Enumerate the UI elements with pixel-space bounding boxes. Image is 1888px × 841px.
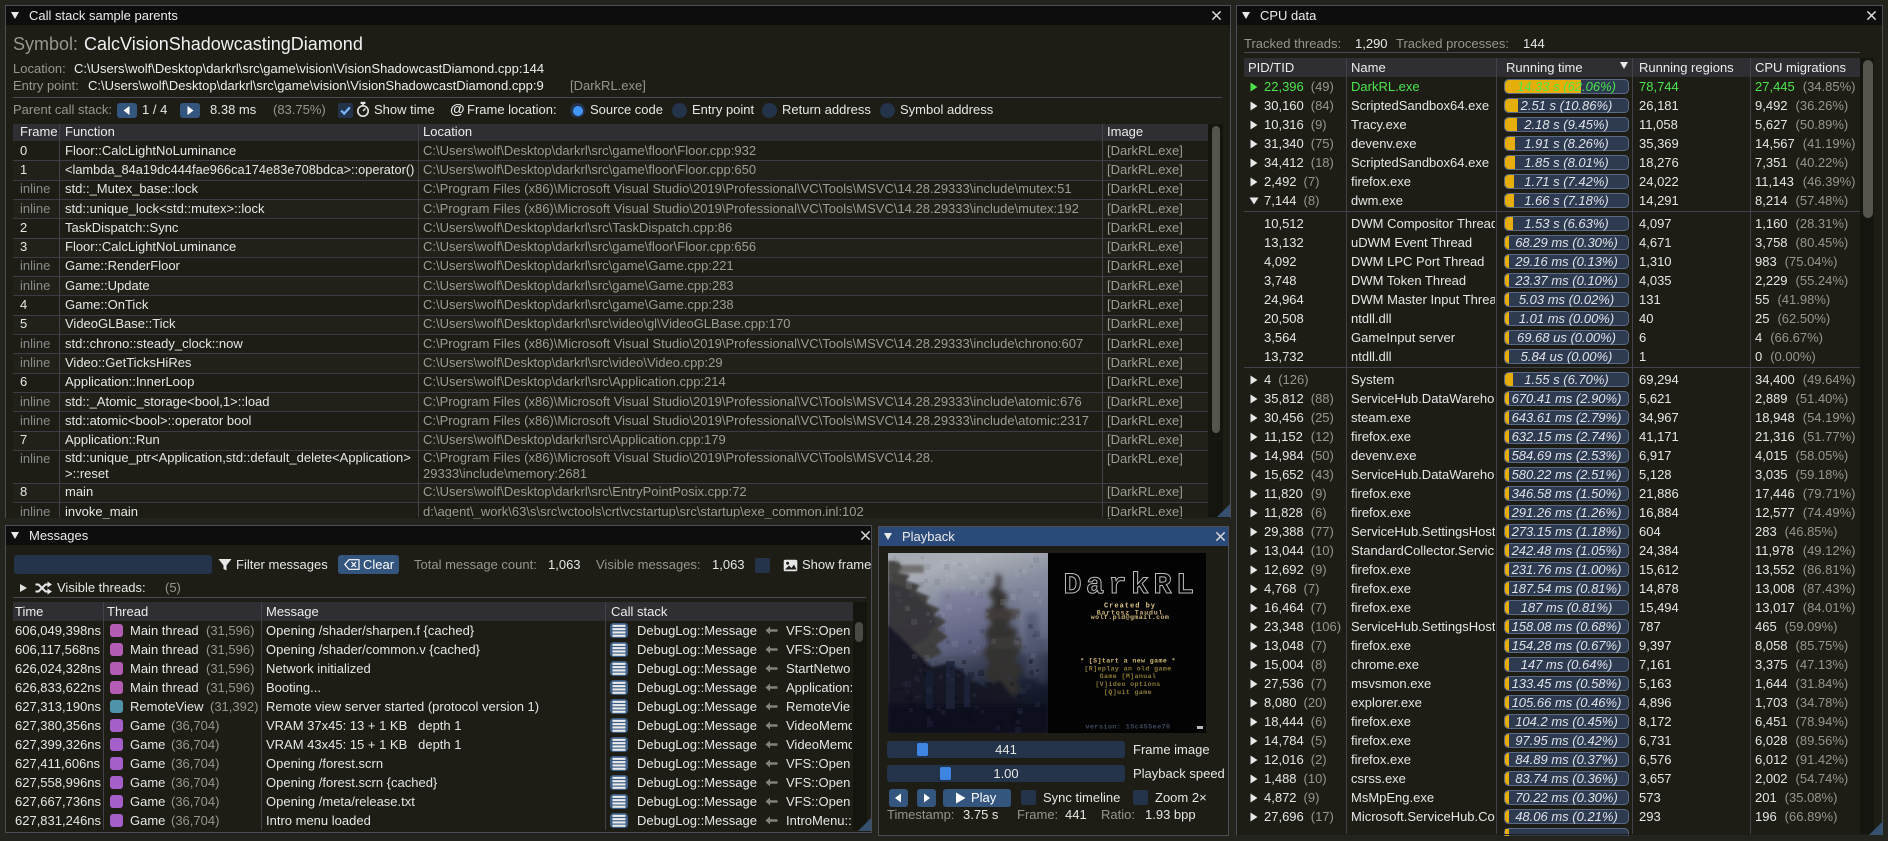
svg-text:version: 15c455ee76: version: 15c455ee76 — [1085, 724, 1170, 732]
svg-text:wolf.pld@gmail.com: wolf.pld@gmail.com — [1091, 614, 1169, 621]
svg-text:Game [M]anual: Game [M]anual — [1100, 673, 1157, 680]
svg-text:DarkRL: DarkRL — [1063, 569, 1198, 603]
svg-text:[R]eplay an old game: [R]eplay an old game — [1084, 665, 1171, 672]
svg-text:[V]ideo options: [V]ideo options — [1095, 681, 1160, 688]
svg-text:[Q]uit game: [Q]uit game — [1104, 689, 1152, 696]
svg-text:* [S]tart a new game *: * [S]tart a new game * — [1080, 658, 1176, 665]
